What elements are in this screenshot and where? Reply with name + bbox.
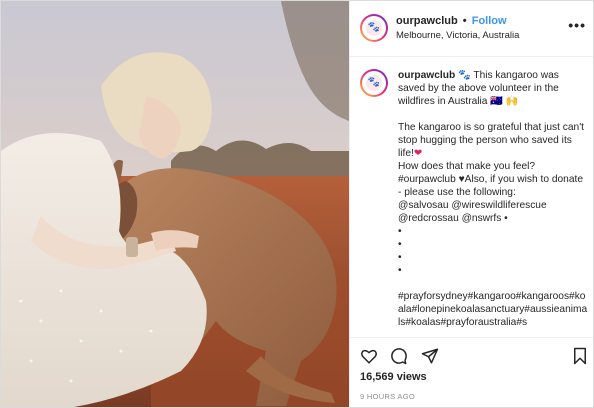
more-options-icon[interactable]: ••• (568, 17, 586, 33)
bullet: • (398, 252, 402, 263)
avatar[interactable]: 🐾 (360, 14, 388, 42)
post-header: 🐾 ourpawclub • Follow Melbourne, Victori… (350, 1, 593, 57)
instagram-post: 🐾 ourpawclub • Follow Melbourne, Victori… (0, 0, 594, 408)
caption-area: 🐾 ourpawclub 🐾 This kangaroo was saved b… (350, 57, 593, 337)
avatar[interactable]: 🐾 (360, 69, 388, 97)
caption-text: ourpawclub 🐾 This kangaroo was saved by … (398, 69, 588, 329)
bullet: • (398, 226, 402, 237)
bullet: • (398, 239, 402, 250)
separator: • (462, 15, 467, 27)
paw-icon: 🐾 (367, 22, 381, 33)
caption-line[interactable]: @salvosau @wireswildliferescue @redcross… (398, 199, 588, 225)
comment-icon[interactable] (390, 347, 408, 365)
video-frame (1, 1, 349, 407)
caption-username[interactable]: ourpawclub (398, 70, 455, 81)
share-icon[interactable] (421, 347, 439, 365)
post-sidebar: 🐾 ourpawclub • Follow Melbourne, Victori… (349, 1, 593, 407)
post-video[interactable] (1, 1, 349, 407)
caption-line: How does that make you feel? (398, 161, 536, 172)
caption-line: The kangaroo is so grateful that just ca… (398, 122, 584, 159)
heart-icon[interactable] (360, 347, 378, 365)
caption-line[interactable]: #ourpawclub ♥Also, if you wish to donate… (398, 173, 588, 199)
location-link[interactable]: Melbourne, Victoria, Australia (396, 30, 519, 41)
header-user-line: ourpawclub • Follow (396, 15, 507, 27)
username-link[interactable]: ourpawclub (396, 15, 458, 27)
bookmark-icon[interactable] (572, 347, 588, 365)
hashtags[interactable]: #prayforsydney#kangaroo#kangaroos#koala#… (398, 290, 588, 329)
action-bar: 16,569 views 9 HOURS AGO (350, 337, 593, 407)
view-count[interactable]: 16,569 views (360, 371, 427, 383)
bullet: • (398, 265, 402, 276)
paw-icon: 🐾 (367, 77, 381, 88)
post-timestamp[interactable]: 9 HOURS AGO (360, 392, 415, 401)
follow-button[interactable]: Follow (472, 15, 507, 27)
heart-emoji: ❤ (413, 148, 423, 159)
